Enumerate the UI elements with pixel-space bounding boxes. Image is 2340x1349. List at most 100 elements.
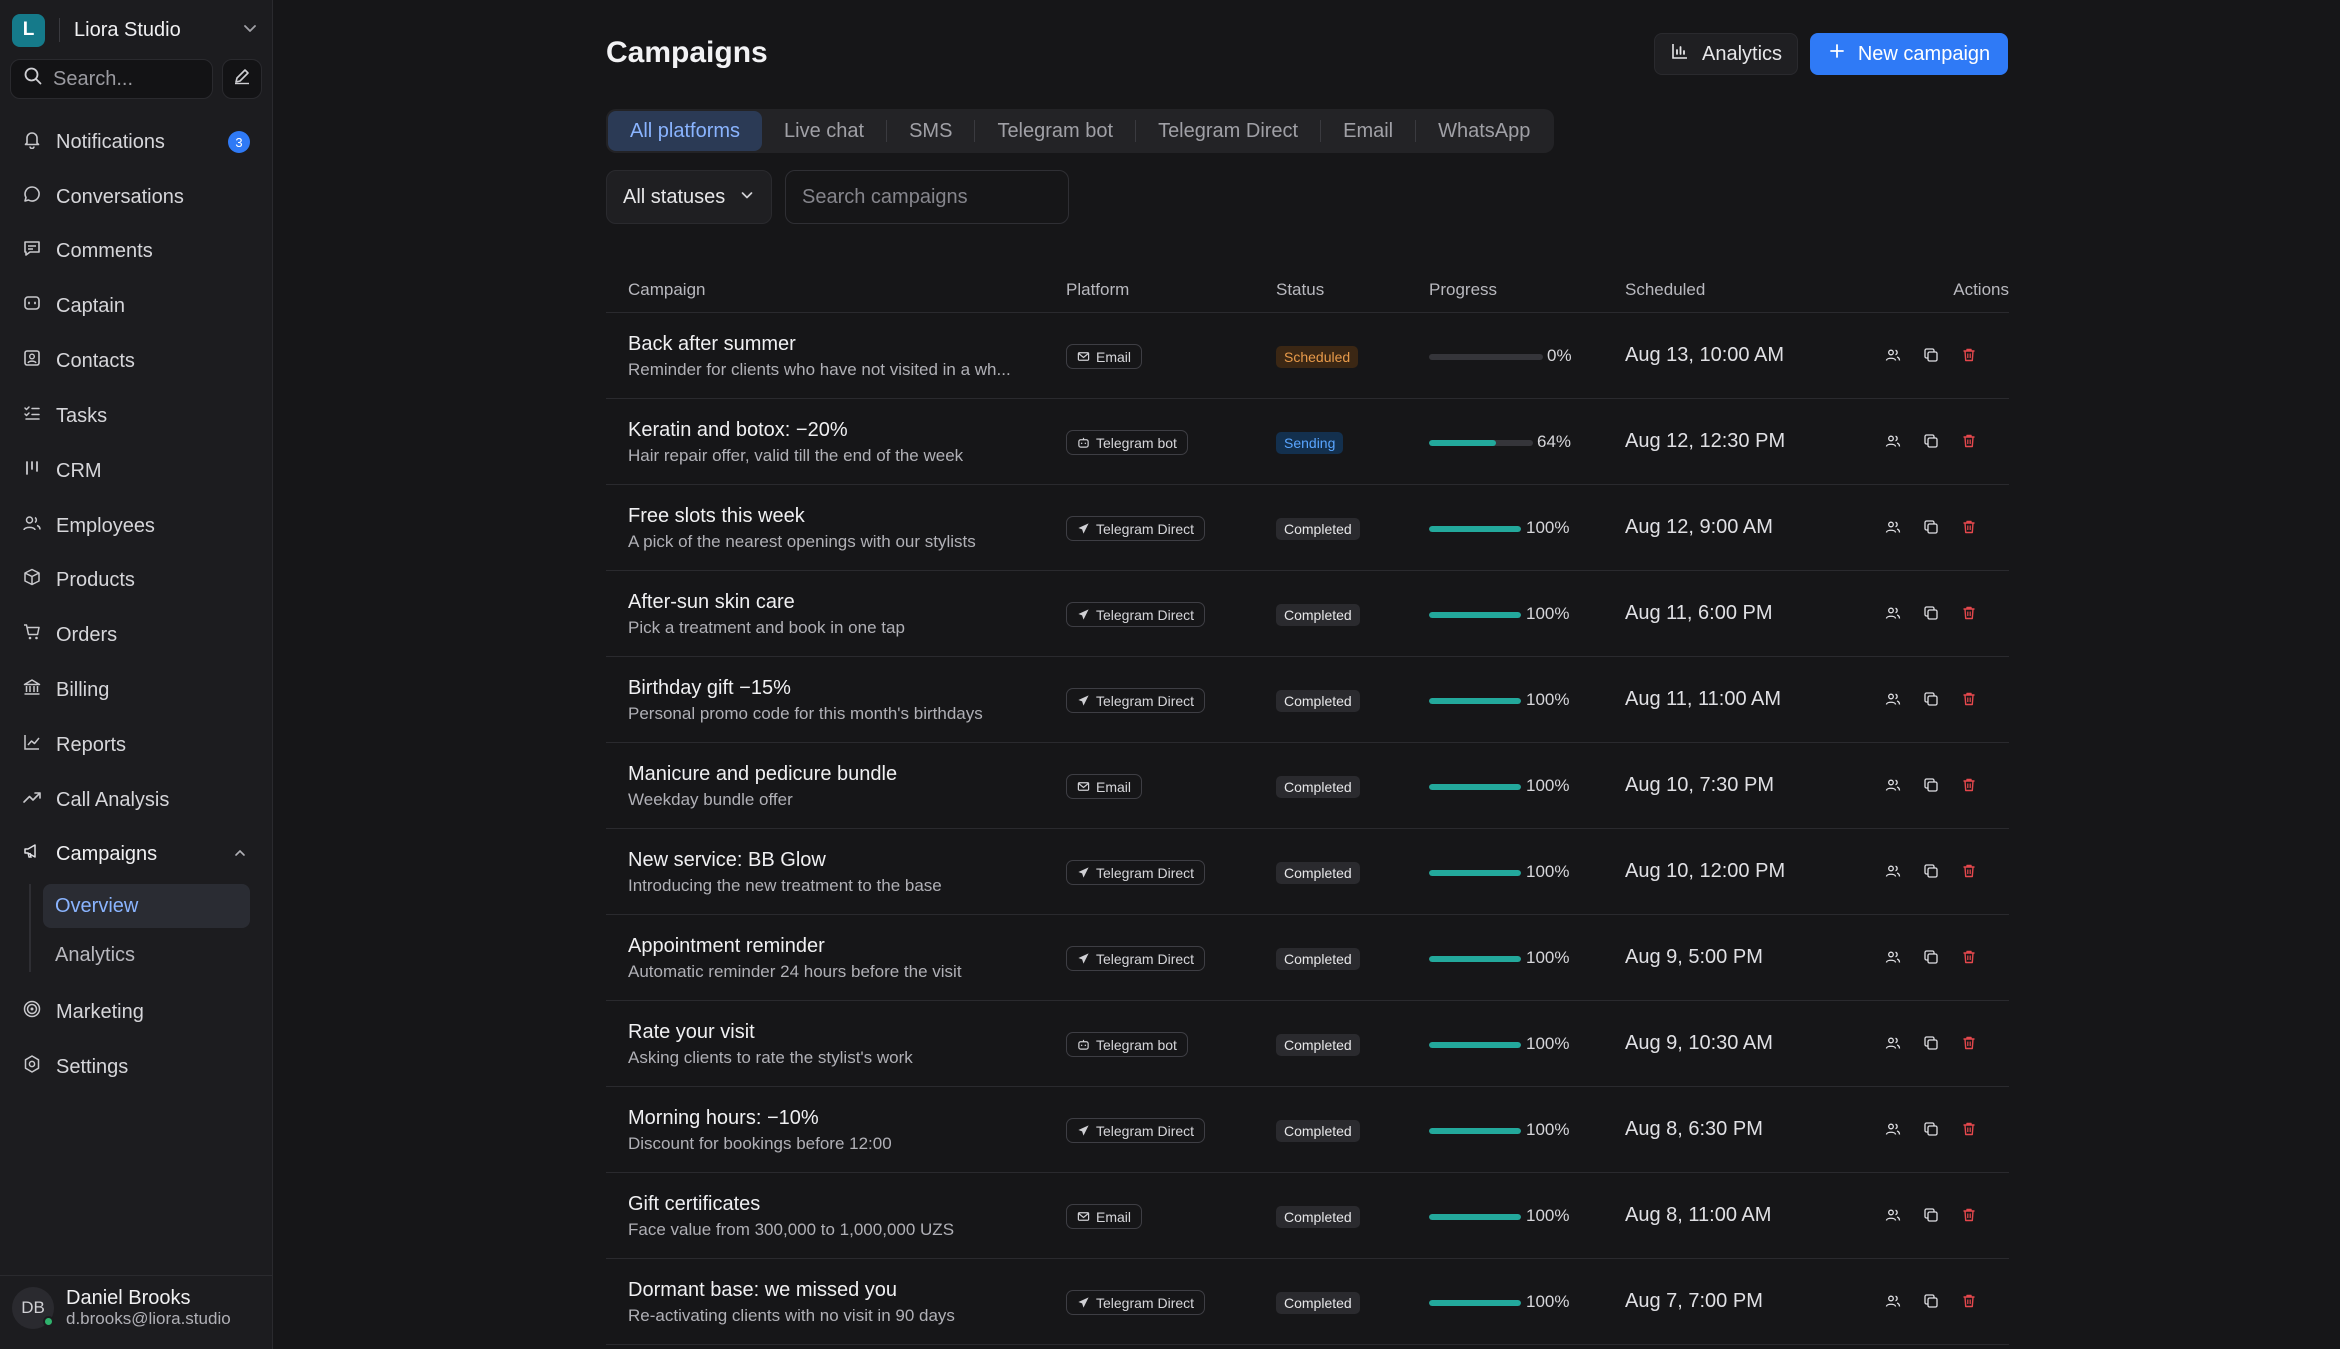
audience-icon[interactable]	[1884, 1034, 1902, 1052]
sidebar-item-reports[interactable]: Reports	[10, 723, 260, 767]
audience-icon[interactable]	[1884, 604, 1902, 622]
audience-icon[interactable]	[1884, 948, 1902, 966]
duplicate-icon[interactable]	[1922, 862, 1940, 880]
duplicate-icon[interactable]	[1922, 432, 1940, 450]
delete-icon[interactable]	[1960, 432, 1978, 450]
sidebar-item-notifications[interactable]: Notifications 3	[10, 120, 260, 164]
delete-icon[interactable]	[1960, 1206, 1978, 1224]
sidebar-item-orders[interactable]: Orders	[10, 613, 260, 657]
table-row[interactable]: New service: BB Glow Introducing the new…	[606, 829, 2009, 915]
delete-icon[interactable]	[1960, 862, 1978, 880]
table-row[interactable]: Manicure and pedicure bundle Weekday bun…	[606, 743, 2009, 829]
sidebar-item-settings[interactable]: Settings	[10, 1045, 260, 1089]
duplicate-icon[interactable]	[1922, 690, 1940, 708]
table-row[interactable]: Keratin and botox: −20% Hair repair offe…	[606, 399, 2009, 485]
audience-icon[interactable]	[1884, 432, 1902, 450]
sidebar-item-marketing[interactable]: Marketing	[10, 990, 260, 1034]
duplicate-icon[interactable]	[1922, 1292, 1940, 1310]
delete-icon[interactable]	[1960, 776, 1978, 794]
duplicate-icon[interactable]	[1922, 346, 1940, 364]
delete-icon[interactable]	[1960, 1120, 1978, 1138]
audience-icon[interactable]	[1884, 518, 1902, 536]
tab-email[interactable]: Email	[1321, 111, 1415, 151]
sidebar-item-call-analysis[interactable]: Call Analysis	[10, 778, 260, 822]
tab-telegram-direct[interactable]: Telegram Direct	[1136, 111, 1320, 151]
duplicate-icon[interactable]	[1922, 776, 1940, 794]
audience-icon[interactable]	[1884, 776, 1902, 794]
sidebar-subitem-analytics[interactable]: Analytics	[43, 933, 250, 977]
delete-icon[interactable]	[1960, 518, 1978, 536]
campaign-title[interactable]: Appointment reminder	[628, 935, 825, 958]
duplicate-icon[interactable]	[1922, 1206, 1940, 1224]
delete-icon[interactable]	[1960, 604, 1978, 622]
tab-all-platforms[interactable]: All platforms	[608, 111, 763, 151]
sidebar-subitem-overview[interactable]: Overview	[43, 884, 250, 928]
scheduled-time: Aug 7, 7:00 PM	[1625, 1290, 1763, 1312]
workspace-switcher[interactable]: L Liora Studio	[12, 12, 258, 48]
user-profile[interactable]: DB Daniel Brooks d.brooks@liora.studio	[12, 1287, 231, 1329]
delete-icon[interactable]	[1960, 1292, 1978, 1310]
sidebar-item-crm[interactable]: CRM	[10, 449, 260, 493]
audience-icon[interactable]	[1884, 690, 1902, 708]
table-row[interactable]: After-sun skin care Pick a treatment and…	[606, 571, 2009, 657]
table-row[interactable]: Back after summer Reminder for clients w…	[606, 313, 2009, 399]
campaign-title[interactable]: Keratin and botox: −20%	[628, 419, 848, 442]
campaign-title[interactable]: New service: BB Glow	[628, 849, 826, 872]
campaign-title[interactable]: Birthday gift −15%	[628, 677, 791, 700]
tab-telegram-bot[interactable]: Telegram bot	[975, 111, 1135, 151]
delete-icon[interactable]	[1960, 346, 1978, 364]
status-filter-select[interactable]: All statuses	[606, 170, 772, 224]
table-row[interactable]: Birthday gift −15% Personal promo code f…	[606, 657, 2009, 743]
sidebar-item-products[interactable]: Products	[10, 558, 260, 602]
megaphone-icon	[22, 841, 42, 867]
sidebar-item-billing[interactable]: Billing	[10, 668, 260, 712]
duplicate-icon[interactable]	[1922, 518, 1940, 536]
campaign-title[interactable]: After-sun skin care	[628, 591, 795, 614]
sidebar-item-tasks[interactable]: Tasks	[10, 394, 260, 438]
campaign-title[interactable]: Free slots this week	[628, 505, 805, 528]
campaign-title[interactable]: Back after summer	[628, 333, 796, 356]
table-row[interactable]: Morning hours: −10% Discount for booking…	[606, 1087, 2009, 1173]
delete-icon[interactable]	[1960, 690, 1978, 708]
campaign-title[interactable]: Manicure and pedicure bundle	[628, 763, 897, 786]
platform-badge: Email	[1066, 774, 1143, 799]
scheduled-time: Aug 12, 9:00 AM	[1625, 516, 1773, 538]
campaign-title[interactable]: Dormant base: we missed you	[628, 1279, 897, 1302]
campaign-title[interactable]: Rate your visit	[628, 1021, 755, 1044]
compose-button[interactable]	[222, 59, 262, 99]
duplicate-icon[interactable]	[1922, 1034, 1940, 1052]
sidebar-item-campaigns[interactable]: Campaigns	[10, 832, 260, 876]
sidebar-item-conversations[interactable]: Conversations	[10, 175, 260, 219]
audience-icon[interactable]	[1884, 1292, 1902, 1310]
sidebar-item-comments[interactable]: Comments	[10, 229, 260, 273]
sidebar-item-contacts[interactable]: Contacts	[10, 339, 260, 383]
duplicate-icon[interactable]	[1922, 1120, 1940, 1138]
table-row[interactable]: Rate your visit Asking clients to rate t…	[606, 1001, 2009, 1087]
campaign-title[interactable]: Gift certificates	[628, 1193, 760, 1216]
duplicate-icon[interactable]	[1922, 948, 1940, 966]
campaign-title[interactable]: Morning hours: −10%	[628, 1107, 819, 1130]
table-row[interactable]: Gift certificates Face value from 300,00…	[606, 1173, 2009, 1259]
delete-icon[interactable]	[1960, 948, 1978, 966]
table-row[interactable]: Dormant base: we missed you Re-activatin…	[606, 1259, 2009, 1345]
avatar-initials: DB	[21, 1298, 45, 1317]
sidebar-item-employees[interactable]: Employees	[10, 504, 260, 548]
sidebar-search-input[interactable]: Search...	[10, 59, 213, 99]
duplicate-icon[interactable]	[1922, 604, 1940, 622]
tab-live-chat[interactable]: Live chat	[762, 111, 886, 151]
progress-bar-fill	[1429, 870, 1521, 876]
campaign-search-input[interactable]	[785, 170, 1069, 224]
tab-whatsapp[interactable]: WhatsApp	[1416, 111, 1552, 151]
new-campaign-button[interactable]: New campaign	[1810, 33, 2008, 75]
delete-icon[interactable]	[1960, 1034, 1978, 1052]
audience-icon[interactable]	[1884, 1120, 1902, 1138]
audience-icon[interactable]	[1884, 1206, 1902, 1224]
status-badge: Completed	[1276, 948, 1360, 970]
table-row[interactable]: Free slots this week A pick of the neare…	[606, 485, 2009, 571]
audience-icon[interactable]	[1884, 862, 1902, 880]
tab-sms[interactable]: SMS	[887, 111, 974, 151]
sidebar-item-captain[interactable]: Captain	[10, 284, 260, 328]
analytics-button[interactable]: Analytics	[1654, 33, 1798, 75]
audience-icon[interactable]	[1884, 346, 1902, 364]
table-row[interactable]: Appointment reminder Automatic reminder …	[606, 915, 2009, 1001]
